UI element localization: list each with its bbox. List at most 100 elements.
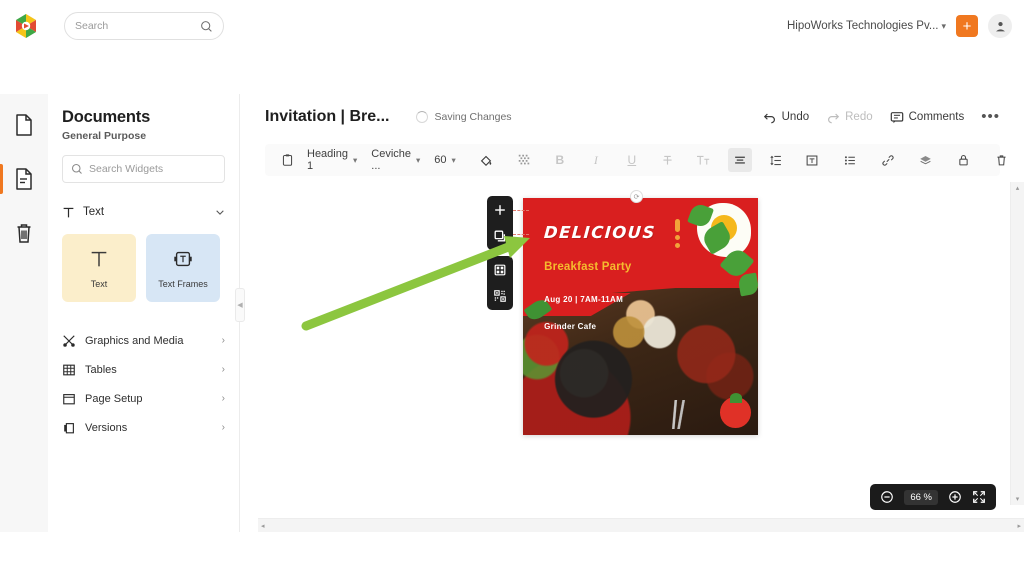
more-horizontal-icon[interactable]: •••	[981, 109, 1000, 124]
line-spacing-icon	[770, 155, 781, 165]
app-logo-icon[interactable]	[12, 12, 40, 40]
chevron-down-icon[interactable]	[215, 207, 225, 217]
rail-item-pages[interactable]	[0, 108, 48, 142]
user-account-button[interactable]	[988, 14, 1012, 38]
delete-button[interactable]	[990, 148, 1014, 172]
duplicate-element-button[interactable]	[490, 226, 510, 246]
add-element-button[interactable]	[490, 200, 510, 220]
undo-button[interactable]: Undo	[763, 111, 810, 124]
nav-item-graphics-and-media[interactable]: Graphics and Media ›	[62, 326, 225, 355]
pages-icon	[14, 114, 34, 136]
add-new-button[interactable]: +	[956, 15, 978, 37]
font-size-select[interactable]: 60 ▾	[428, 148, 462, 172]
widget-tile-text[interactable]: Text	[62, 234, 136, 302]
nav-label: Tables	[85, 363, 117, 376]
fork-detail	[645, 399, 707, 430]
layers-button[interactable]	[914, 148, 938, 172]
scroll-left-arrow[interactable]: ◂	[261, 522, 265, 530]
zoom-control: 66 %	[870, 484, 996, 510]
fit-screen-button[interactable]	[972, 490, 986, 504]
document-title[interactable]: Invitation | Bre...	[265, 108, 390, 126]
search-input-box[interactable]: Search	[64, 12, 224, 40]
font-family-select[interactable]: Ceviche ... ▾	[365, 148, 426, 172]
user-avatar-icon	[994, 20, 1007, 33]
comment-bubble-icon	[890, 111, 904, 124]
underline-button[interactable]: U	[620, 148, 644, 172]
rail-item-document[interactable]	[0, 162, 48, 196]
redo-label: Redo	[845, 111, 873, 123]
layers-icon	[920, 155, 932, 164]
search-icon[interactable]	[200, 20, 213, 33]
saving-status: Saving Changes	[415, 111, 512, 123]
grid-layout-button[interactable]	[490, 260, 510, 280]
rotate-handle-icon[interactable]: ⟳	[630, 190, 643, 203]
chevron-down-icon: ▾	[451, 154, 456, 165]
widget-tile-text-label: Text	[90, 278, 108, 289]
text-t-icon	[62, 206, 75, 219]
panel-collapse-handle[interactable]: ◀	[235, 288, 245, 322]
scroll-down-arrow[interactable]: ▾	[1016, 495, 1020, 503]
zoom-out-button[interactable]	[880, 490, 894, 504]
widget-tile-frames-label: Text Frames	[158, 278, 208, 289]
zoom-in-icon	[949, 491, 961, 503]
nav-item-page-setup[interactable]: Page Setup ›	[62, 384, 225, 413]
rail-item-trash[interactable]	[0, 216, 48, 250]
widgets-panel: Documents General Purpose Search Widgets…	[48, 94, 240, 576]
grid-layout-icon	[494, 264, 506, 276]
link-chain-icon	[882, 154, 894, 166]
fit-screen-icon	[973, 491, 985, 503]
panel-nav-list: Graphics and Media › Tables › Page Setup…	[62, 326, 225, 442]
scroll-up-arrow[interactable]: ▴	[1016, 184, 1020, 192]
italic-button[interactable]: I	[584, 148, 608, 172]
canvas-vertical-scrollbar[interactable]: ▴ ▾	[1010, 182, 1024, 505]
align-center-button[interactable]	[727, 148, 752, 172]
invitation-title[interactable]: DELICIOUS	[543, 223, 656, 242]
qr-code-button[interactable]	[490, 286, 510, 306]
bullet-list-icon	[844, 155, 855, 165]
redo-button[interactable]: Redo	[826, 111, 873, 124]
document-outline-icon	[14, 168, 34, 190]
strikethrough-button[interactable]	[656, 148, 680, 172]
widget-tile-text-frames[interactable]: Text Frames	[146, 234, 220, 302]
zoom-out-icon	[881, 491, 894, 503]
exclamation-bar	[674, 219, 680, 233]
chevron-down-icon: ▾	[352, 154, 358, 165]
texture-grid-icon[interactable]	[512, 148, 536, 172]
lock-button[interactable]	[952, 148, 976, 172]
clipboard-paste-icon[interactable]	[275, 148, 299, 172]
bold-button[interactable]: B	[548, 148, 572, 172]
scroll-right-arrow[interactable]: ▸	[1017, 522, 1021, 530]
canvas-area[interactable]: ⟳ DELICIOUS Breakfast Party Aug 20 | 7AM…	[240, 182, 1024, 505]
link-button[interactable]	[876, 148, 900, 172]
zoom-level-value[interactable]: 66 %	[904, 489, 938, 505]
nav-item-versions[interactable]: Versions ›	[62, 413, 225, 442]
global-search[interactable]: Search	[64, 12, 224, 40]
org-switcher[interactable]: HipoWorks Technologies Pv... ▾	[787, 20, 946, 32]
spinner-icon	[415, 111, 428, 123]
invitation-venue[interactable]: Grinder Cafe	[544, 322, 596, 331]
undo-label: Undo	[781, 111, 810, 123]
section-text-header[interactable]: Text	[62, 201, 225, 223]
document-page[interactable]: DELICIOUS Breakfast Party Aug 20 | 7AM-1…	[523, 198, 758, 435]
paragraph-style-select[interactable]: Heading 1 ▾	[301, 148, 363, 172]
invitation-subtitle[interactable]: Breakfast Party	[544, 261, 631, 273]
paint-bucket-icon[interactable]	[474, 148, 498, 172]
redo-arrow-icon	[826, 111, 840, 124]
comments-button[interactable]: Comments	[890, 111, 964, 124]
clear-formatting-button[interactable]	[692, 148, 716, 172]
text-box-button[interactable]	[800, 148, 824, 172]
text-t-icon	[88, 248, 110, 270]
invitation-datetime[interactable]: Aug 20 | 7AM-11AM	[544, 295, 623, 304]
bold-icon: B	[555, 153, 565, 167]
nav-item-tables[interactable]: Tables ›	[62, 355, 225, 384]
zoom-in-button[interactable]	[948, 490, 962, 504]
widget-tiles: Text Text Frames	[62, 234, 225, 302]
widget-search-input[interactable]: Search Widgets	[62, 155, 225, 183]
bullet-list-button[interactable]	[838, 148, 862, 172]
search-icon	[71, 163, 83, 175]
canvas-horizontal-scrollbar[interactable]: ◂ ▸	[258, 518, 1024, 532]
chevron-right-icon: ›	[221, 364, 225, 375]
line-spacing-button[interactable]	[764, 148, 788, 172]
lock-icon	[959, 155, 969, 166]
exclamation-graphic	[674, 219, 680, 249]
